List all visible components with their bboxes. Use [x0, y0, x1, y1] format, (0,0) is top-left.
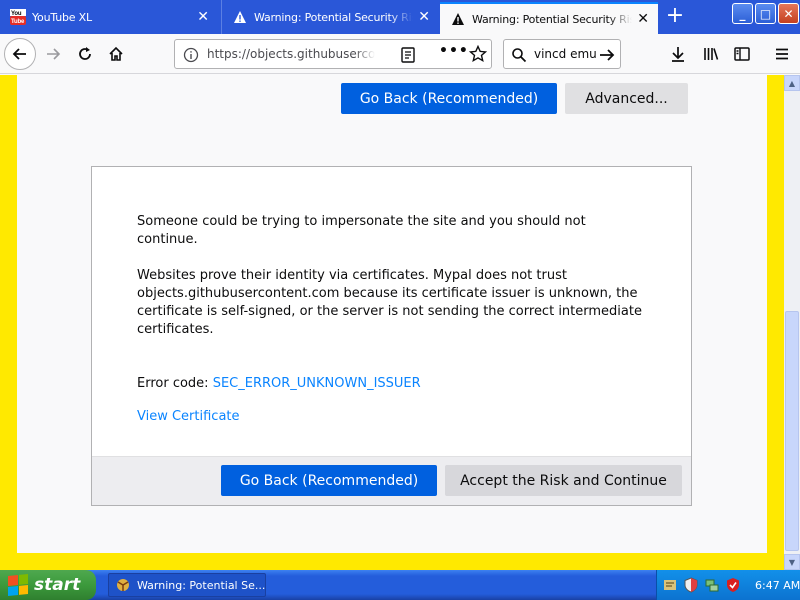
security-shield-icon[interactable] — [683, 577, 699, 593]
warning-icon — [449, 10, 467, 28]
page-viewport: Go Back (Recommended) Advanced... Someon… — [0, 75, 784, 570]
bookmark-star-icon[interactable] — [469, 45, 487, 63]
antivirus-shield-icon[interactable] — [725, 577, 741, 593]
certificate-explanation-text: Websites prove their identity via certif… — [137, 268, 642, 337]
tab-label: Warning: Potential Security Risk Ahead — [472, 12, 632, 26]
search-bar[interactable]: vincd emu — [503, 39, 621, 69]
close-window-button[interactable]: ✕ — [778, 3, 799, 24]
browser-app-icon — [117, 579, 129, 591]
search-go-arrow-icon[interactable] — [598, 46, 616, 64]
library-button[interactable] — [696, 39, 726, 69]
scrollbar-thumb[interactable] — [785, 311, 799, 551]
navigation-toolbar: https://objects.githubusercontent.com ••… — [0, 34, 800, 74]
certificate-error-page: Go Back (Recommended) Advanced... Someon… — [17, 75, 767, 553]
page-actions-icon[interactable]: ••• — [439, 43, 469, 59]
warning-icon — [231, 8, 249, 26]
reload-icon — [79, 47, 91, 60]
home-button[interactable] — [101, 39, 131, 69]
search-icon — [512, 48, 527, 63]
menu-button[interactable] — [767, 39, 797, 69]
back-button[interactable] — [4, 38, 36, 70]
close-icon[interactable]: ✕ — [632, 11, 654, 27]
minimize-button[interactable]: _ — [732, 3, 753, 24]
error-code-label: Error code: — [137, 376, 213, 391]
reload-button[interactable] — [70, 39, 100, 69]
error-code-link[interactable]: SEC_ERROR_UNKNOWN_ISSUER — [213, 376, 421, 391]
tab-security-warning-active[interactable]: Warning: Potential Security Risk Ahead ✕ — [440, 2, 658, 34]
go-back-button-top[interactable]: Go Back (Recommended) — [341, 83, 557, 114]
search-input[interactable]: vincd emu — [534, 47, 596, 61]
taskbar-window-button[interactable]: Warning: Potential Se... — [108, 573, 266, 597]
close-icon[interactable]: ✕ — [413, 9, 435, 25]
download-icon — [672, 47, 684, 62]
windows-logo-icon — [8, 573, 28, 597]
scroll-up-arrow-icon[interactable]: ▲ — [784, 75, 800, 91]
back-arrow-icon — [12, 48, 26, 60]
advanced-button[interactable]: Advanced... — [565, 83, 688, 114]
new-tab-button[interactable]: + — [663, 5, 687, 29]
scroll-down-arrow-icon[interactable]: ▼ — [784, 554, 800, 570]
maximize-button[interactable]: □ — [755, 3, 776, 24]
network-icon[interactable] — [704, 577, 720, 593]
library-icon — [704, 48, 719, 60]
start-button[interactable]: start — [0, 570, 96, 600]
tab-strip: You Tube YouTube XL ✕ Warning: Potential … — [0, 0, 800, 34]
start-label: start — [34, 575, 81, 595]
panel-footer: Go Back (Recommended) Accept the Risk an… — [92, 456, 691, 505]
home-icon — [109, 46, 123, 61]
close-icon[interactable]: ✕ — [192, 9, 214, 25]
svg-text:Tube: Tube — [11, 19, 25, 25]
tray-app-icon[interactable] — [662, 577, 678, 593]
go-back-button-bottom[interactable]: Go Back (Recommended) — [221, 465, 437, 496]
tab-youtube-xl[interactable]: You Tube YouTube XL ✕ — [0, 0, 218, 34]
tab-label: YouTube XL — [32, 10, 92, 24]
forward-arrow-icon — [47, 48, 61, 60]
url-text[interactable]: https://objects.githubusercontent.com — [207, 47, 375, 61]
clock: 6:47 AM — [755, 578, 800, 592]
system-tray: 6:47 AM — [656, 570, 800, 600]
info-icon[interactable] — [183, 47, 199, 63]
address-bar[interactable]: https://objects.githubusercontent.com ••… — [174, 39, 492, 69]
svg-text:You: You — [11, 11, 22, 17]
sidebar-icon — [734, 47, 750, 61]
hamburger-menu-icon — [776, 48, 788, 60]
tab-security-warning[interactable]: Warning: Potential Security Risk Ahead ✕ — [221, 0, 439, 34]
forward-button[interactable] — [38, 39, 68, 69]
taskbar-window-label: Warning: Potential Se... — [137, 578, 266, 592]
accept-risk-button[interactable]: Accept the Risk and Continue — [445, 465, 682, 496]
impersonation-warning-text: Someone could be trying to impersonate t… — [137, 214, 586, 247]
view-certificate-link[interactable]: View Certificate — [137, 409, 240, 424]
advanced-panel: Someone could be trying to impersonate t… — [91, 166, 692, 506]
sidebar-button[interactable] — [727, 39, 757, 69]
tab-label: Warning: Potential Security Risk Ahead — [254, 10, 413, 24]
reader-view-icon[interactable] — [399, 46, 417, 64]
vertical-scrollbar[interactable]: ▲ ▼ — [784, 75, 800, 570]
taskbar: start Warning: Potential Se... 6:47 AM — [0, 570, 800, 600]
error-code-line: Error code: SEC_ERROR_UNKNOWN_ISSUER — [137, 375, 647, 393]
youtube-icon: You Tube — [9, 8, 27, 26]
downloads-button[interactable] — [663, 39, 693, 69]
